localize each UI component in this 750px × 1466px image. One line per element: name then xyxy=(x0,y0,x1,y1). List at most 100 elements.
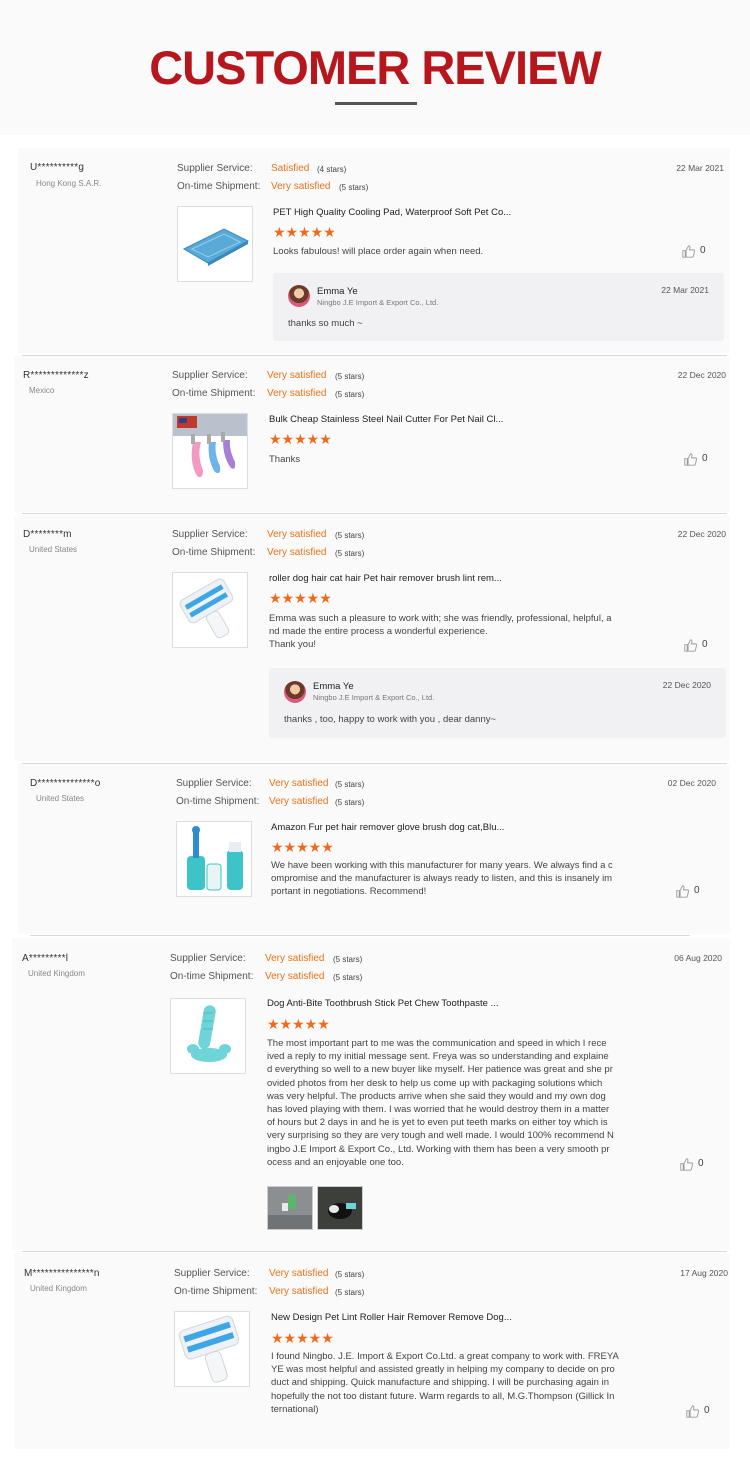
supplier-service-label: Supplier Service: xyxy=(172,370,248,381)
title-underline xyxy=(335,102,417,105)
review-text: Looks fabulous! will place order again w… xyxy=(273,246,484,257)
supplier-service-label: Supplier Service: xyxy=(170,953,246,964)
supplier-service-value: Very satisfied xyxy=(267,529,327,540)
product-thumbnail[interactable] xyxy=(172,413,248,489)
nail-cutter-image xyxy=(173,414,247,478)
reviewer-country: Hong Kong S.A.R. xyxy=(36,179,102,188)
ontime-shipment-stars: (5 stars) xyxy=(339,183,369,192)
divider xyxy=(22,1251,727,1252)
like-count: 0 xyxy=(702,639,708,650)
review-photo[interactable] xyxy=(317,1186,363,1230)
like-count: 0 xyxy=(698,1158,704,1169)
like-count: 0 xyxy=(704,1405,710,1416)
like-button[interactable]: 0 xyxy=(676,885,702,899)
review-card: D**************o United States Supplier … xyxy=(18,764,730,934)
product-title-link[interactable]: Amazon Fur pet hair remover glove brush … xyxy=(271,822,504,833)
review-text: We have been working with this manufactu… xyxy=(271,860,613,898)
product-thumbnail[interactable] xyxy=(172,572,248,648)
seller-reply: Emma Ye Ningbo J.E Import & Export Co., … xyxy=(269,668,726,738)
ontime-shipment-label: On-time Shipment: xyxy=(170,971,254,982)
product-thumbnail[interactable] xyxy=(176,821,252,897)
thumbs-up-icon xyxy=(682,245,695,258)
review-text: The most important part to me was the co… xyxy=(267,1038,614,1168)
reviewer-name: A*********l xyxy=(22,953,69,964)
product-thumbnail[interactable] xyxy=(170,998,246,1074)
like-count: 0 xyxy=(694,885,700,896)
review-card: R*************z Mexico Supplier Service:… xyxy=(14,356,730,512)
rating-stars: ★★★★★ xyxy=(269,431,332,447)
like-count: 0 xyxy=(702,453,708,464)
ontime-shipment-stars: (5 stars) xyxy=(335,549,365,558)
reply-text: thanks so much ~ xyxy=(288,318,363,329)
divider xyxy=(30,935,690,936)
supplier-service-value: Very satisfied xyxy=(269,778,329,789)
like-button[interactable]: 0 xyxy=(684,639,710,653)
thumbs-up-icon xyxy=(676,885,689,898)
review-date: 22 Dec 2020 xyxy=(677,529,726,539)
ontime-shipment-value: Very satisfied xyxy=(265,971,325,982)
product-title-link[interactable]: Bulk Cheap Stainless Steel Nail Cutter F… xyxy=(269,414,503,425)
divider xyxy=(22,513,727,514)
rating-stars: ★★★★★ xyxy=(271,839,334,855)
review-card: U**********g Hong Kong S.A.R. Supplier S… xyxy=(18,148,730,353)
supplier-service-stars: (5 stars) xyxy=(333,955,363,964)
reviewer-country: Mexico xyxy=(29,386,55,395)
rating-stars: ★★★★★ xyxy=(273,224,336,240)
product-title-link[interactable]: PET High Quality Cooling Pad, Waterproof… xyxy=(273,207,511,218)
reviewer-country: United States xyxy=(36,794,85,803)
supplier-service-stars: (5 stars) xyxy=(335,372,365,381)
review-text: Thanks xyxy=(269,454,301,465)
hair-remover-set-image xyxy=(187,826,243,891)
review-date: 22 Dec 2020 xyxy=(677,370,726,380)
supplier-service-value: Very satisfied xyxy=(269,1268,329,1279)
ontime-shipment-value: Very satisfied xyxy=(271,181,331,192)
reviewer-country: United Kingdom xyxy=(30,1284,87,1293)
ontime-shipment-stars: (5 stars) xyxy=(335,798,365,807)
cooling-pad-image xyxy=(182,228,250,266)
reviewer-name: D********m xyxy=(23,529,72,540)
page-title: CUSTOMER REVIEW xyxy=(149,41,602,94)
thumbs-up-icon xyxy=(686,1405,699,1418)
ontime-shipment-stars: (5 stars) xyxy=(333,973,363,982)
review-date: 02 Dec 2020 xyxy=(667,778,716,788)
lint-roller-image xyxy=(179,578,234,639)
review-date: 06 Aug 2020 xyxy=(674,953,722,963)
review-photo-image xyxy=(268,1187,312,1229)
thumbs-up-icon xyxy=(680,1158,693,1171)
review-photo[interactable] xyxy=(267,1186,313,1230)
like-button[interactable]: 0 xyxy=(680,1158,706,1172)
seller-reply: Emma Ye Ningbo J.E Import & Export Co., … xyxy=(273,273,724,341)
like-button[interactable]: 0 xyxy=(686,1405,712,1419)
like-button[interactable]: 0 xyxy=(682,245,708,259)
supplier-service-stars: (4 stars) xyxy=(317,165,347,174)
reviewer-name: R*************z xyxy=(23,370,89,381)
ontime-shipment-value: Very satisfied xyxy=(269,1286,329,1297)
page-header: CUSTOMER REVIEW xyxy=(0,0,750,135)
ontime-shipment-value: Very satisfied xyxy=(269,796,329,807)
avatar xyxy=(284,681,306,703)
supplier-service-label: Supplier Service: xyxy=(177,163,253,174)
product-thumbnail[interactable] xyxy=(177,206,253,282)
supplier-service-stars: (5 stars) xyxy=(335,531,365,540)
review-text: I found Ningbo. J.E. Import & Export Co.… xyxy=(271,1351,619,1415)
ontime-shipment-stars: (5 stars) xyxy=(335,390,365,399)
supplier-service-stars: (5 stars) xyxy=(335,780,365,789)
review-date: 17 Aug 2020 xyxy=(680,1268,728,1278)
reviewer-country: United Kingdom xyxy=(28,969,85,978)
product-title-link[interactable]: roller dog hair cat hair Pet hair remove… xyxy=(269,573,502,584)
product-title-link[interactable]: Dog Anti-Bite Toothbrush Stick Pet Chew … xyxy=(267,998,498,1009)
reviewer-name: U**********g xyxy=(30,162,85,173)
product-thumbnail[interactable] xyxy=(174,1311,250,1387)
reviewer-name: D**************o xyxy=(30,778,101,789)
product-title-link[interactable]: New Design Pet Lint Roller Hair Remover … xyxy=(271,1312,512,1323)
ontime-shipment-label: On-time Shipment: xyxy=(172,388,256,399)
supplier-service-stars: (5 stars) xyxy=(335,1270,365,1279)
ontime-shipment-value: Very satisfied xyxy=(267,547,327,558)
ontime-shipment-label: On-time Shipment: xyxy=(172,547,256,558)
reply-company: Ningbo J.E Import & Export Co., Ltd. xyxy=(313,693,435,702)
review-text: Emma was such a pleasure to work with; s… xyxy=(269,613,612,651)
thumbs-up-icon xyxy=(684,639,697,652)
rating-stars: ★★★★★ xyxy=(271,1330,334,1346)
ontime-shipment-label: On-time Shipment: xyxy=(174,1286,258,1297)
like-button[interactable]: 0 xyxy=(684,453,710,467)
